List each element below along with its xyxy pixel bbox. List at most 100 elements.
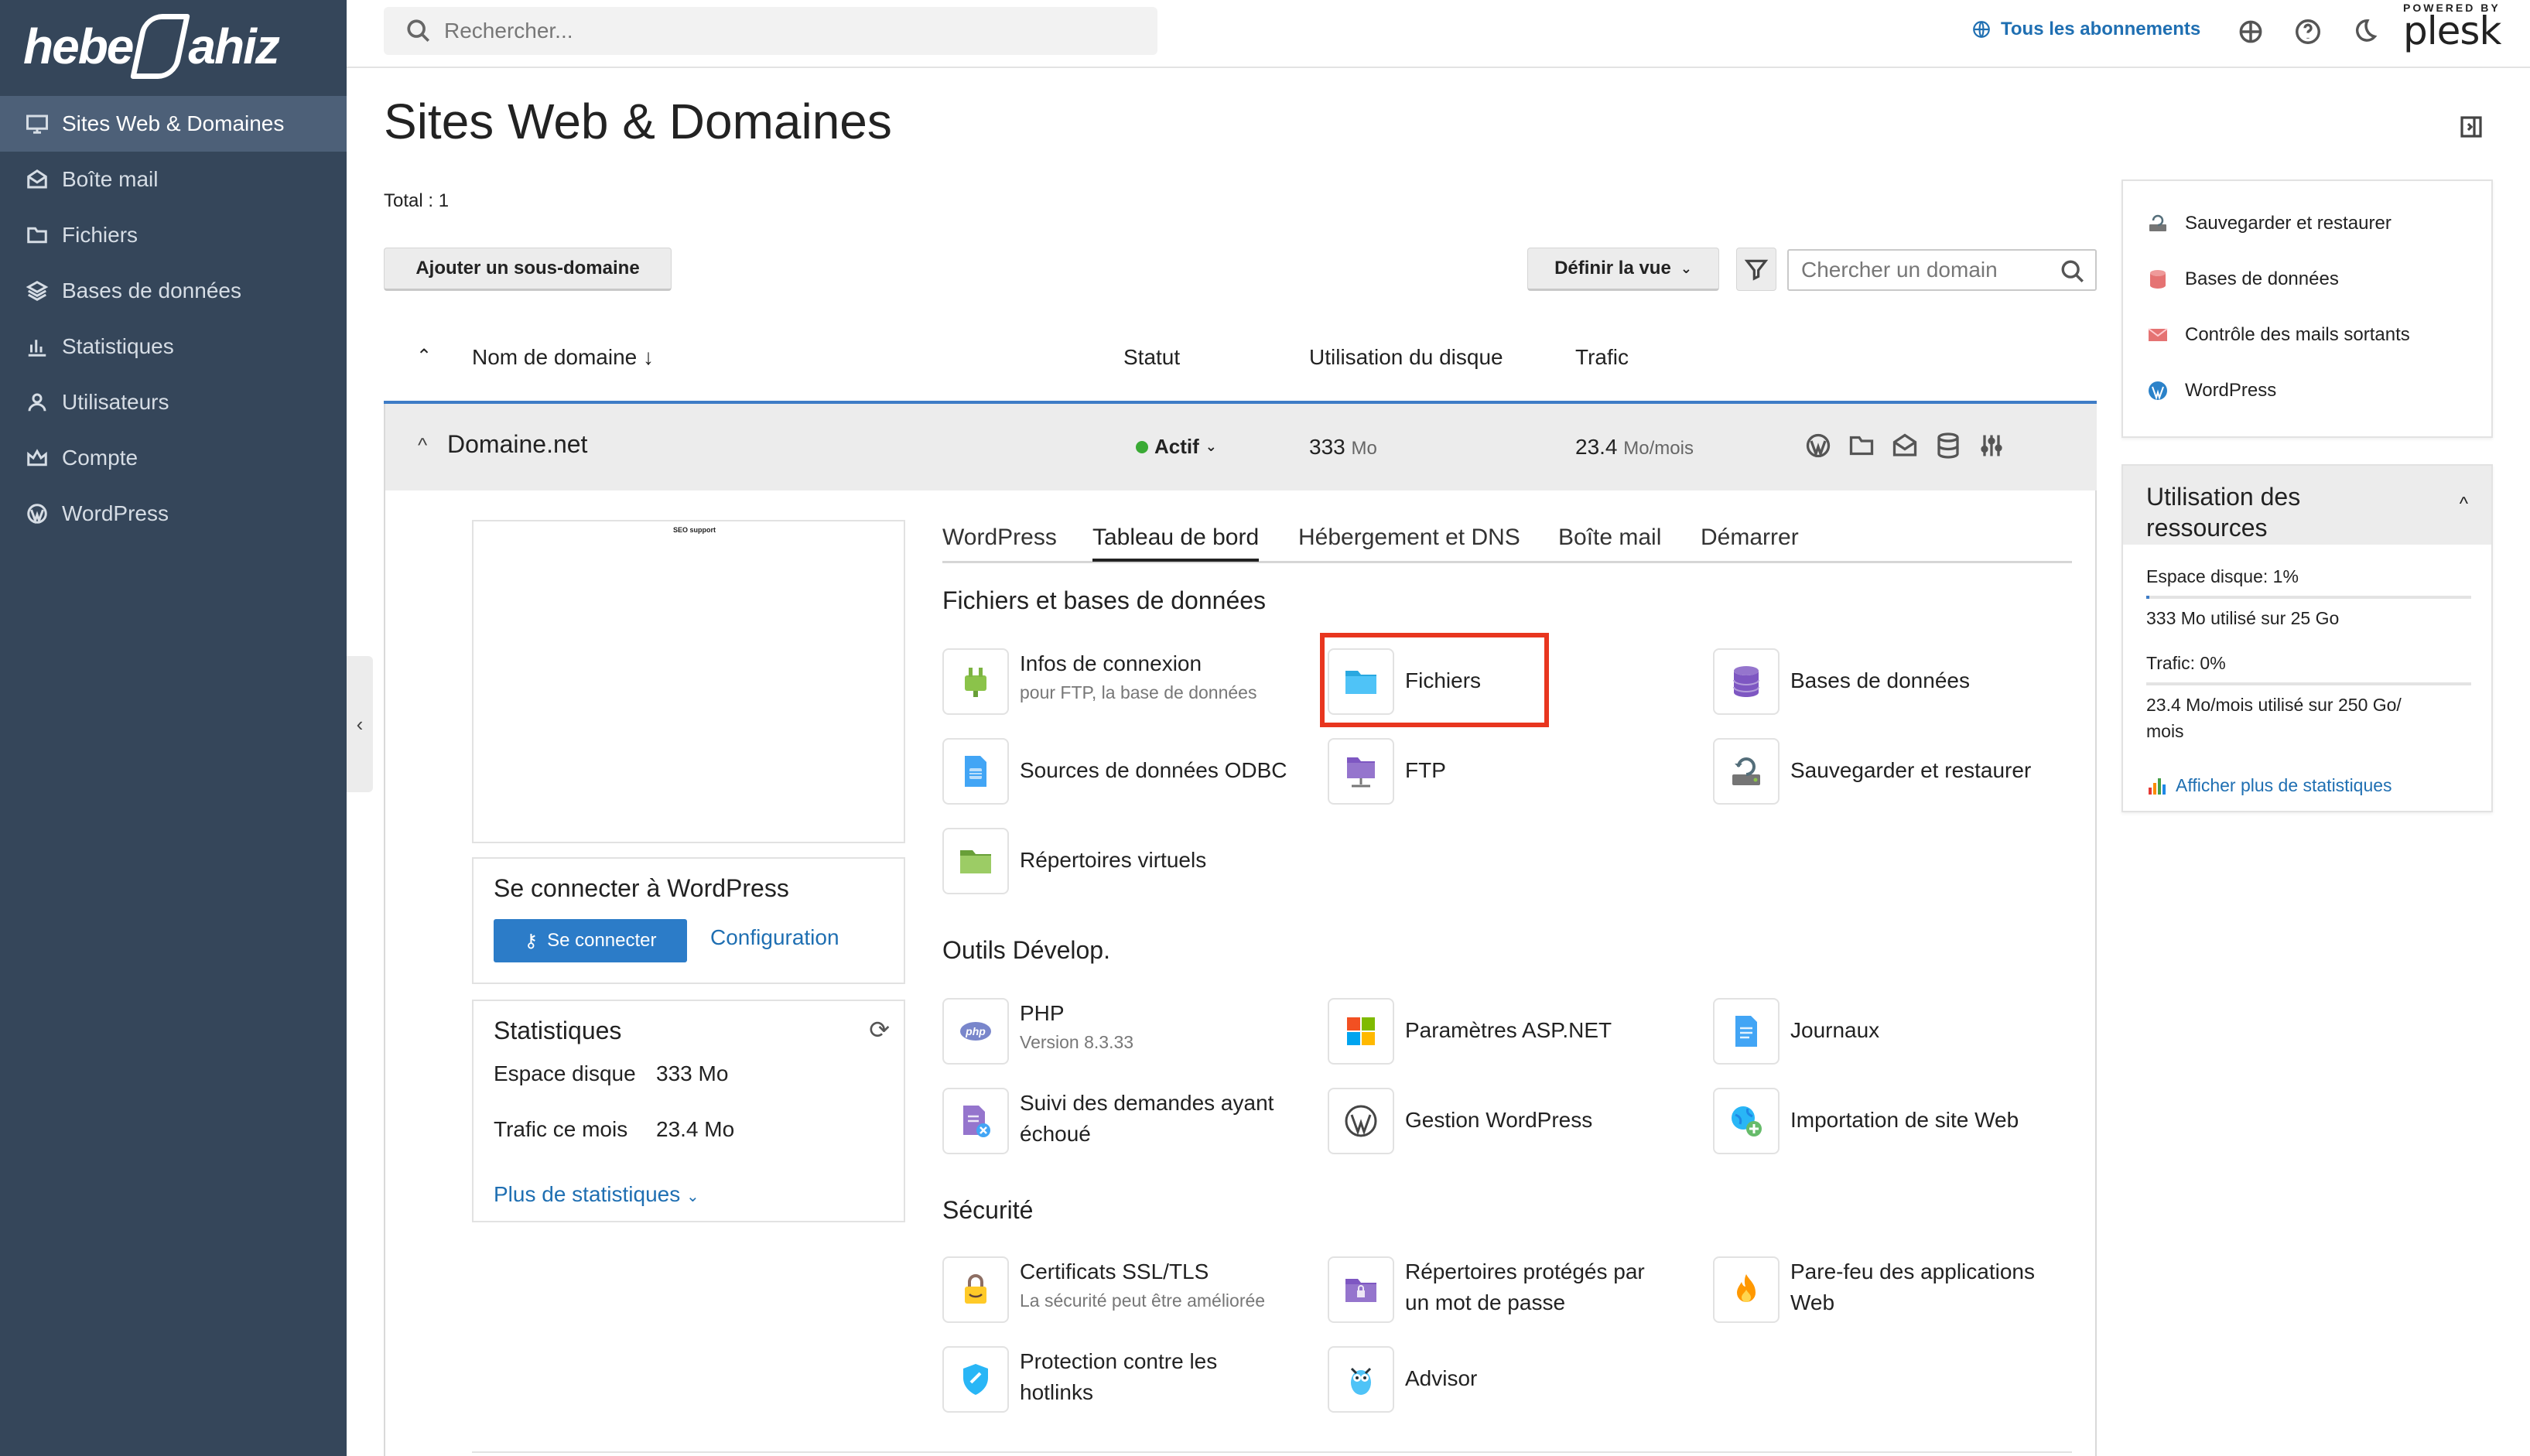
backup-icon: [2149, 214, 2166, 231]
brand-logo[interactable]: hebe ahiz: [23, 8, 280, 85]
sidebar-item-users[interactable]: Utilisateurs: [0, 374, 347, 430]
stat-traffic: Trafic ce mois 23.4 Mo: [494, 1117, 734, 1142]
toggle-side-panel-icon[interactable]: [2459, 114, 2484, 139]
tool-connection-info[interactable]: Infos de connexion pour FTP, la base de d…: [942, 648, 1256, 718]
wordpress-icon[interactable]: [1804, 432, 1832, 460]
tool-title: Certificats SSL/TLS: [1020, 1259, 1209, 1283]
global-search-input[interactable]: Rechercher...: [384, 7, 1157, 55]
stats-card-title: Statistiques: [494, 1017, 622, 1044]
tool-databases[interactable]: Bases de données: [1713, 648, 1970, 718]
tool-subtitle: Version 8.3.33: [1020, 1032, 1134, 1052]
wp-config-link[interactable]: Configuration: [710, 925, 839, 950]
extensions-icon[interactable]: [2236, 17, 2265, 46]
mail-icon[interactable]: [1891, 432, 1919, 460]
plesk-logo: POWERED BY plesk: [2403, 2, 2501, 53]
resource-title-line2: ressources: [2146, 514, 2268, 542]
traffic-usage: 23.4 Mo/mois: [1575, 435, 1694, 460]
sidebar-collapse-handle[interactable]: ‹: [347, 656, 373, 792]
tool-title: Infos de connexion: [1020, 651, 1202, 675]
tool-advisor[interactable]: Advisor: [1328, 1346, 1477, 1416]
collapse-all-icon[interactable]: ⌃: [416, 345, 432, 367]
database-icon[interactable]: [1934, 432, 1962, 460]
tab-mail[interactable]: Boîte mail: [1558, 525, 1661, 551]
sidebar-item-files[interactable]: Fichiers: [0, 207, 347, 263]
disk-usage-bar: [2146, 596, 2471, 599]
tool-ftp[interactable]: FTP: [1328, 738, 1446, 808]
tool-ssl[interactable]: Certificats SSL/TLS La sécurité peut être…: [942, 1256, 1265, 1326]
tool-aspnet[interactable]: Paramètres ASP.NET: [1328, 998, 1612, 1068]
tool-virtual-dirs[interactable]: Répertoires virtuels: [942, 828, 1206, 897]
subscriptions-link[interactable]: Tous les abonnements: [1971, 19, 2200, 40]
quick-link-wordpress[interactable]: WordPress: [2146, 379, 2276, 402]
show-more-stats-link[interactable]: Afficher plus de statistiques: [2146, 774, 2392, 797]
dark-mode-icon[interactable]: [2349, 17, 2378, 46]
sidebar-item-label: Compte: [62, 446, 138, 470]
tool-subtitle: La sécurité peut être améliorée: [1020, 1290, 1266, 1311]
tool-logs[interactable]: Journaux: [1713, 998, 1879, 1068]
tool-php[interactable]: php PHP Version 8.3.33: [942, 998, 1133, 1068]
define-view-label: Définir la vue: [1554, 258, 1671, 279]
domain-search-input[interactable]: Chercher un domain: [1787, 249, 2097, 291]
colored-bar-chart-icon: [2149, 778, 2166, 795]
more-stats-link[interactable]: Plus de statistiques ⌄: [494, 1182, 699, 1207]
quick-link-backup[interactable]: Sauvegarder et restaurer: [2146, 212, 2392, 235]
tab-dashboard[interactable]: Tableau de bord: [1092, 525, 1260, 562]
tab-wordpress[interactable]: WordPress: [942, 525, 1057, 551]
search-placeholder: Rechercher...: [444, 19, 573, 43]
site-preview-thumbnail[interactable]: SEO support: [472, 520, 905, 843]
highlight-box: [1320, 633, 1549, 727]
tab-hosting-dns[interactable]: Hébergement et DNS: [1298, 525, 1520, 551]
ftp-folder-icon: [1328, 738, 1394, 805]
quick-link-label: Sauvegarder et restaurer: [2185, 213, 2392, 234]
wp-login-button[interactable]: ⚷ Se connecter: [494, 919, 687, 962]
sidebar-item-sites[interactable]: Sites Web & Domaines: [0, 96, 347, 152]
tool-waf[interactable]: Pare-feu des applications Web: [1713, 1256, 2035, 1326]
domain-name[interactable]: Domaine.net: [447, 430, 587, 459]
tool-title: PHP: [1020, 1001, 1065, 1025]
key-icon: ⚷: [524, 930, 538, 952]
chevron-up-icon[interactable]: ^: [2460, 489, 2468, 520]
quick-links-panel: Sauvegarder et restaurer Bases de donnée…: [2121, 179, 2493, 438]
add-subdomain-button[interactable]: Ajouter un sous-domaine: [384, 248, 672, 291]
quick-link-databases[interactable]: Bases de données: [2146, 268, 2339, 291]
tool-hotlink-protection[interactable]: Protection contre les hotlinks: [942, 1346, 1217, 1416]
tool-backup[interactable]: Sauvegarder et restaurer: [1713, 738, 2031, 808]
tab-start[interactable]: Démarrer: [1701, 525, 1799, 551]
monitor-icon: [25, 113, 50, 135]
status-label: Actif: [1154, 435, 1199, 458]
tool-protected-dirs[interactable]: Répertoires protégés par un mot de passe: [1328, 1256, 1645, 1326]
sidebar-item-wordpress[interactable]: WordPress: [0, 486, 347, 542]
filter-button[interactable]: [1736, 248, 1776, 291]
resource-usage-header[interactable]: Utilisation des ressources ^: [2123, 466, 2491, 545]
folder-icon[interactable]: [1848, 432, 1875, 460]
column-header-traffic[interactable]: Trafic: [1575, 345, 1629, 370]
column-header-disk[interactable]: Utilisation du disque: [1309, 345, 1503, 370]
status-dropdown[interactable]: Actif ⌄: [1136, 435, 1217, 459]
tool-title-line2: Web: [1790, 1290, 1835, 1314]
tool-title: Pare-feu des applications: [1790, 1259, 2035, 1283]
tool-odbc[interactable]: Sources de données ODBC: [942, 738, 1287, 808]
bar-chart-icon: [25, 336, 50, 357]
help-icon[interactable]: [2293, 17, 2323, 46]
quick-link-outgoing-mail[interactable]: Contrôle des mails sortants: [2146, 323, 2410, 347]
sidebar-item-label: Statistiques: [62, 334, 174, 358]
plesk-wordmark: plesk: [2403, 9, 2501, 53]
chevron-up-icon[interactable]: ^: [418, 433, 427, 457]
tool-wordpress-management[interactable]: Gestion WordPress: [1328, 1088, 1592, 1157]
sidebar-item-mail[interactable]: Boîte mail: [0, 152, 347, 207]
column-header-status[interactable]: Statut: [1123, 345, 1180, 370]
sidebar-item-databases[interactable]: Bases de données: [0, 263, 347, 319]
wordpress-icon: [2149, 381, 2167, 401]
column-header-name[interactable]: Nom de domaine ↓: [472, 345, 654, 370]
tool-title: Répertoires protégés par: [1405, 1259, 1645, 1283]
filter-icon: [1744, 259, 1769, 281]
refresh-icon[interactable]: ⟳: [869, 1015, 890, 1044]
settings-sliders-icon[interactable]: [1978, 432, 2005, 460]
sidebar-item-account[interactable]: Compte: [0, 430, 347, 486]
section-dev-tools: Outils Dévelop.: [942, 936, 1110, 964]
sidebar-item-stats[interactable]: Statistiques: [0, 319, 347, 374]
tool-failed-requests[interactable]: Suivi des demandes ayant échoué: [942, 1088, 1274, 1157]
tool-site-import[interactable]: Importation de site Web: [1713, 1088, 2019, 1157]
define-view-button[interactable]: Définir la vue ⌄: [1527, 248, 1719, 291]
sidebar-item-label: Utilisateurs: [62, 390, 169, 414]
